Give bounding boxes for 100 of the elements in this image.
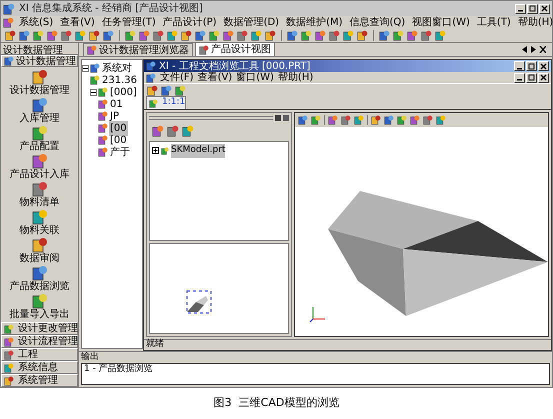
menu-item[interactable]: 信息查询(Q) — [348, 15, 408, 30]
toolbar-icon[interactable] — [397, 115, 407, 125]
toolbar-icon[interactable] — [341, 115, 351, 125]
menu-item[interactable]: 数据维护(M) — [284, 15, 345, 30]
panel-tab-icon[interactable] — [167, 125, 179, 137]
module-label[interactable]: 物料关联 — [20, 225, 60, 236]
menu-item[interactable]: 查看(V) — [198, 70, 232, 85]
maximize-button[interactable] — [527, 4, 538, 14]
close-button[interactable] — [539, 4, 550, 14]
tab[interactable]: 产品设计视图 — [195, 42, 275, 56]
menu-item[interactable]: 查看(V) — [58, 15, 97, 30]
toolbar-icon[interactable] — [407, 30, 418, 41]
tree-item[interactable]: 产于 — [109, 144, 131, 160]
module-label[interactable]: 批量导入导出 — [10, 309, 70, 320]
group-button[interactable]: 系统信息 — [1, 361, 78, 374]
minimize-button[interactable] — [514, 61, 525, 71]
tree-item[interactable]: [00 — [109, 120, 128, 136]
menu-item[interactable]: 视图窗口(W) — [410, 15, 472, 30]
module-label[interactable]: 产品数据浏览 — [10, 281, 70, 292]
toolbar-icon[interactable] — [315, 30, 326, 41]
toolbar-icon[interactable] — [410, 115, 420, 125]
expand-toggle[interactable] — [90, 88, 97, 96]
toolbar-icon[interactable] — [343, 30, 354, 41]
toolbar-icon[interactable] — [195, 30, 206, 41]
group-button[interactable]: 设计流程管理 — [1, 335, 78, 348]
minimize-button[interactable] — [515, 4, 526, 14]
tree-item[interactable]: 231.36 — [101, 72, 138, 88]
toolbar-icon[interactable] — [223, 30, 234, 41]
expand-toggle[interactable] — [82, 64, 89, 72]
toolbar-icon[interactable] — [237, 30, 248, 41]
menu-item[interactable]: 产品设计(P) — [160, 15, 219, 30]
expand-toggle[interactable] — [152, 147, 159, 154]
module-label[interactable]: 产品配置 — [20, 141, 60, 152]
toolbar-icon[interactable] — [47, 30, 58, 41]
tree-item[interactable]: 系统对 — [101, 60, 133, 76]
toolbar-icon[interactable] — [19, 30, 30, 41]
toolbar-icon[interactable] — [423, 115, 433, 125]
tree-item[interactable]: JP — [109, 108, 120, 124]
close-button[interactable] — [538, 61, 549, 71]
toolbar-icon[interactable] — [75, 30, 86, 41]
tree-item[interactable]: SKModel.prt — [171, 144, 226, 158]
toolbar-icon[interactable] — [265, 30, 276, 41]
tree-item[interactable]: 01 — [109, 96, 124, 112]
module-label[interactable]: 设计数据管理 — [10, 85, 70, 96]
toolbar-icon[interactable] — [167, 30, 178, 41]
menu-item[interactable]: 窗口(W) — [236, 70, 274, 85]
menu-item[interactable]: 文件(F) — [160, 70, 194, 85]
minimize-button[interactable] — [514, 72, 525, 82]
group-button[interactable]: 系统管理 — [1, 374, 78, 387]
toolbar-icon[interactable] — [61, 30, 72, 41]
module-label[interactable]: 物料清单 — [20, 197, 60, 208]
toolbar-icon[interactable] — [298, 115, 308, 125]
close-button[interactable] — [538, 72, 549, 82]
toolbar-icon[interactable] — [125, 30, 136, 41]
tab[interactable]: 1:1:1 — [146, 96, 186, 109]
toolbar-icon[interactable] — [421, 30, 432, 41]
panel-tab-icon[interactable] — [152, 125, 164, 137]
toolbar-icon[interactable] — [435, 30, 446, 41]
toolbar-icon[interactable] — [379, 30, 390, 41]
toolbar-icon[interactable] — [33, 30, 44, 41]
toolbar-icon[interactable] — [328, 115, 338, 125]
panel-tab-icon[interactable] — [182, 125, 194, 137]
tree-item[interactable]: [000] — [109, 84, 138, 100]
module-label[interactable]: 入库管理 — [20, 113, 60, 124]
toolbar-icon[interactable] — [89, 30, 100, 41]
toolbar-icon[interactable] — [357, 30, 368, 41]
toolbar-icon[interactable] — [329, 30, 340, 41]
toolbar-icon[interactable] — [5, 30, 16, 41]
module-label[interactable]: 数据审阅 — [20, 253, 60, 264]
toolbar-icon[interactable] — [147, 85, 158, 96]
group-button[interactable]: 设计更改管理 — [1, 322, 78, 335]
menu-item[interactable]: 系统(S) — [17, 15, 56, 30]
menu-item[interactable]: 工具(T) — [474, 15, 513, 30]
toolbar-icon[interactable] — [301, 30, 312, 41]
tab[interactable]: 设计数据管理浏览器 — [83, 43, 193, 56]
toolbar-icon[interactable] — [161, 85, 172, 96]
toolbar-icon[interactable] — [384, 115, 394, 125]
toolbar-icon[interactable] — [311, 115, 321, 125]
menu-item[interactable]: 帮助(H) — [516, 15, 553, 30]
toolbar-icon[interactable] — [371, 115, 381, 125]
toolbar-icon[interactable] — [251, 30, 262, 41]
toolbar-icon[interactable] — [393, 30, 404, 41]
maximize-button[interactable] — [526, 72, 537, 82]
toolbar-icon[interactable] — [139, 30, 150, 41]
toolbar-icon[interactable] — [153, 30, 164, 41]
toolbar-icon[interactable] — [287, 30, 298, 41]
module-label[interactable]: 产品设计入库 — [10, 169, 70, 180]
menu-item[interactable]: 任务管理(T) — [100, 15, 158, 30]
section-button[interactable]: 设计数据管理 — [1, 55, 78, 67]
toolbar-icon[interactable] — [103, 30, 114, 41]
toolbar-icon[interactable] — [354, 115, 364, 125]
menu-item[interactable]: 数据管理(D) — [222, 15, 282, 30]
group-button[interactable]: 工程 — [1, 348, 78, 361]
tab-navigation-icon[interactable] — [522, 46, 546, 53]
toolbar-icon[interactable] — [181, 30, 192, 41]
tree-item[interactable]: [00 — [109, 132, 128, 148]
maximize-button[interactable] — [526, 61, 537, 71]
toolbar-icon[interactable] — [436, 115, 446, 125]
toolbar-icon[interactable] — [209, 30, 220, 41]
toolbar-icon[interactable] — [175, 85, 186, 96]
